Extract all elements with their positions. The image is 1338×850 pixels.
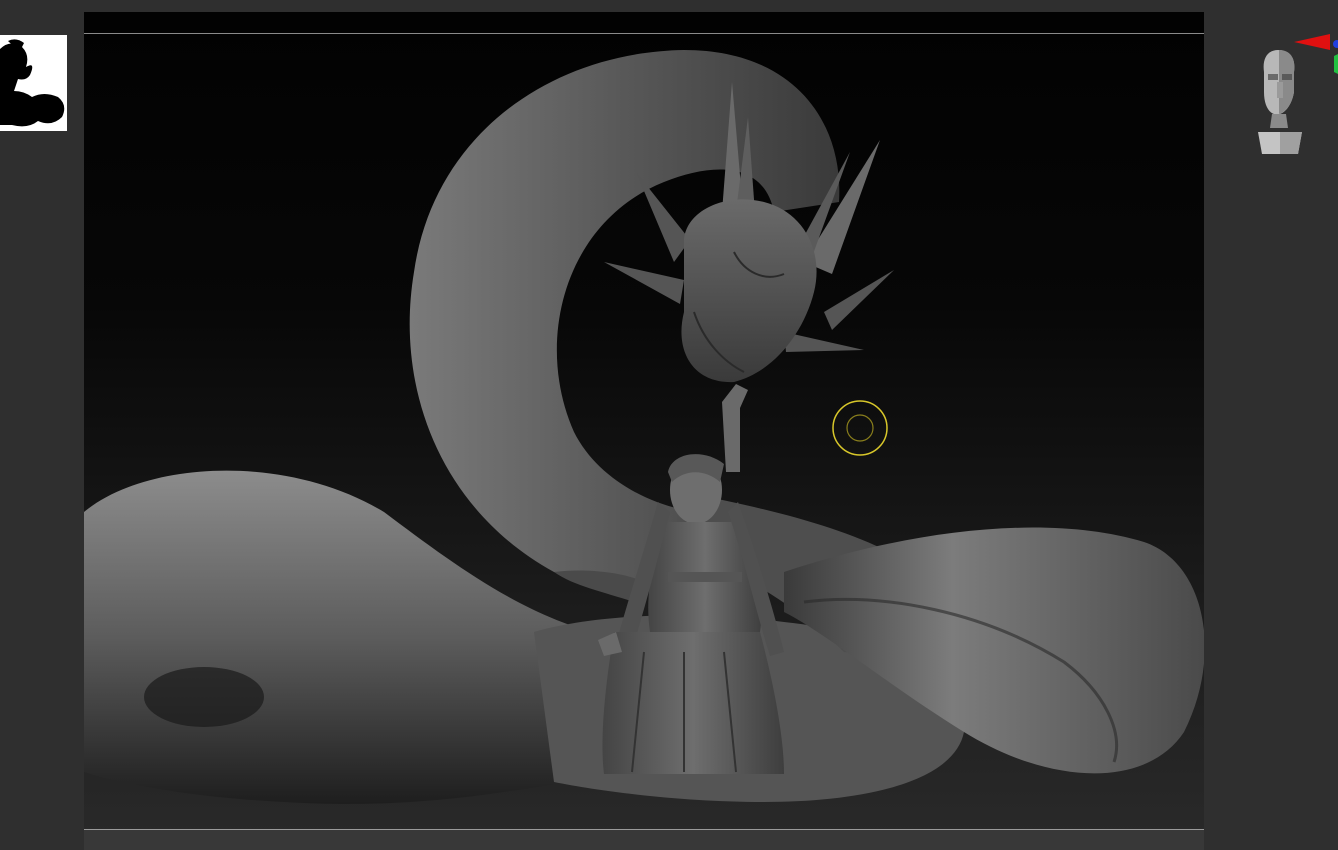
document-thumbnail[interactable] (0, 35, 67, 131)
sculpt-viewport[interactable] (84, 12, 1204, 850)
viewport-floor-strip (84, 830, 1204, 850)
sculpt-model (84, 50, 1204, 805)
axis-gizmo-icon (1294, 34, 1330, 50)
silhouette-icon (0, 35, 67, 131)
head-orientation-icon (1258, 34, 1338, 154)
navigation-gizmo[interactable] (1246, 32, 1338, 162)
brush-cursor-icon (832, 400, 888, 456)
